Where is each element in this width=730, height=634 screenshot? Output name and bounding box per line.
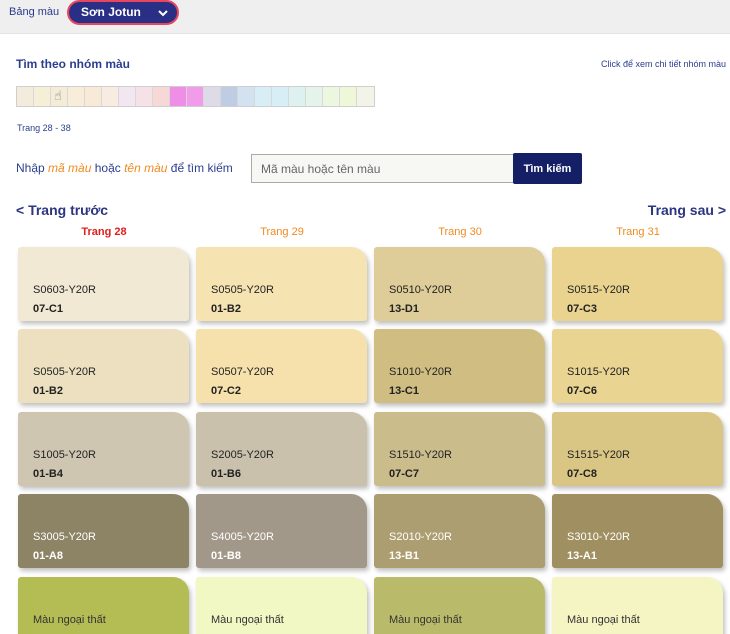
color-card-subcode: 13-C1 [389,385,419,397]
color-group-swatch[interactable] [221,87,238,106]
color-card-code: S0505-Y20R [211,284,274,296]
color-group-swatch[interactable]: ☝ [51,87,68,106]
color-card[interactable]: S1015-Y20R 07-C6 [552,329,723,403]
color-card[interactable]: S4005-Y20R 01-B8 [196,494,367,568]
color-card[interactable]: S2005-Y20R 01-B6 [196,412,367,486]
search-button[interactable]: Tìm kiếm [513,153,582,184]
color-group-swatch[interactable] [34,87,51,106]
color-card[interactable]: S0505-Y20R 01-B2 [18,329,189,403]
color-card-code: S1015-Y20R [567,366,630,378]
color-card-code: S1515-Y20R [567,449,630,461]
color-card[interactable]: S0515-Y20R 07-C3 [552,247,723,321]
color-card-code: S2010-Y20R [389,531,452,543]
color-card-subcode: 01-B6 [211,468,241,480]
color-group-swatch[interactable] [17,87,34,106]
color-card-code: S1510-Y20R [389,449,452,461]
color-card-subcode: 01-B4 [33,468,63,480]
search-label: Nhập mã màu hoặc tên màu để tìm kiếm [16,161,233,175]
color-card[interactable]: S0505-Y20R 01-B2 [196,247,367,321]
color-group-swatch[interactable] [340,87,357,106]
color-group-swatch[interactable] [204,87,221,106]
color-group-swatch[interactable] [357,87,374,106]
color-card[interactable]: S1510-Y20R 07-C7 [374,412,545,486]
color-card[interactable]: S3005-Y20R 01-A8 [18,494,189,568]
color-card[interactable]: S1010-Y20R 13-C1 [374,329,545,403]
color-card[interactable]: Màu ngoại thất [18,577,189,634]
search-input[interactable] [251,154,514,183]
color-card-code: S1010-Y20R [389,366,452,378]
group-detail-hint: Click để xem chi tiết nhóm màu [600,59,726,69]
color-card-subcode: 07-C8 [567,468,597,480]
hand-cursor-icon: ☝ [54,88,62,103]
search-label-code: mã màu [48,161,92,175]
color-card[interactable]: S1005-Y20R 01-B4 [18,412,189,486]
color-group-swatch[interactable] [323,87,340,106]
color-card-subcode: 07-C6 [567,385,597,397]
color-card-subcode: 07-C2 [211,385,241,397]
color-card-subcode: 13-D1 [389,303,419,315]
color-card-code: S2005-Y20R [211,449,274,461]
color-group-swatch[interactable] [85,87,102,106]
color-group-swatch[interactable] [68,87,85,106]
color-card-subcode: 01-B2 [211,303,241,315]
page-heading[interactable]: Trang 29 [196,226,368,238]
color-group-swatch[interactable] [187,87,204,106]
color-card[interactable]: S0603-Y20R 07-C1 [18,247,189,321]
color-card[interactable]: S2010-Y20R 13-B1 [374,494,545,568]
color-card-category: Màu ngoại thất [211,614,284,626]
color-card[interactable]: S1515-Y20R 07-C8 [552,412,723,486]
color-card-category: Màu ngoại thất [33,614,106,626]
color-card[interactable]: S0510-Y20R 13-D1 [374,247,545,321]
palette-label: Bảng màu [9,6,60,18]
color-card[interactable]: Màu ngoại thất [196,577,367,634]
color-card-subcode: 07-C1 [33,303,63,315]
color-group-swatch[interactable] [255,87,272,106]
color-card[interactable]: Màu ngoại thất [374,577,545,634]
color-group-swatch[interactable] [272,87,289,106]
color-card-code: S0515-Y20R [567,284,630,296]
color-card-code: S1005-Y20R [33,449,96,461]
color-group-swatch[interactable] [289,87,306,106]
page-heading[interactable]: Trang 28 [18,226,190,238]
chevron-down-icon [158,10,168,17]
color-group-swatch[interactable] [306,87,323,106]
color-group-swatch[interactable] [153,87,170,106]
color-card[interactable]: Màu ngoại thất [552,577,723,634]
color-card-code: S3010-Y20R [567,531,630,543]
color-card-category: Màu ngoại thất [389,614,462,626]
page-heading[interactable]: Trang 31 [552,226,724,238]
top-bar: Bảng màu Sơn Jotun [0,0,730,34]
color-card[interactable]: S3010-Y20R 13-A1 [552,494,723,568]
color-card-subcode: 07-C7 [389,468,419,480]
color-card-category: Màu ngoại thất [567,614,640,626]
color-group-swatch[interactable] [136,87,153,106]
color-group-swatch[interactable] [119,87,136,106]
page-heading[interactable]: Trang 30 [374,226,546,238]
color-card-code: S0505-Y20R [33,366,96,378]
prev-page-link[interactable]: < Trang trước [16,202,108,218]
color-card-code: S0510-Y20R [389,284,452,296]
color-card-code: S0507-Y20R [211,366,274,378]
color-group-swatch[interactable] [102,87,119,106]
color-card-subcode: 07-C3 [567,303,597,315]
color-card-subcode: 01-B8 [211,550,241,562]
next-page-link[interactable]: Trang sau > [648,202,726,218]
color-card[interactable]: S0507-Y20R 07-C2 [196,329,367,403]
search-label-name: tên màu [124,161,168,175]
color-card-subcode: 13-A1 [567,550,597,562]
color-group-swatch[interactable] [238,87,255,106]
color-group-swatch[interactable] [170,87,187,106]
page-range: Trang 28 - 38 [17,123,71,133]
color-group-swatches: ☝ [16,86,375,107]
color-card-subcode: 13-B1 [389,550,419,562]
group-section-title: Tìm theo nhóm màu [16,57,130,71]
brand-select-value: Sơn Jotun [81,5,141,19]
color-card-code: S0603-Y20R [33,284,96,296]
color-card-subcode: 01-B2 [33,385,63,397]
brand-select[interactable]: Sơn Jotun [67,0,179,25]
color-card-subcode: 01-A8 [33,550,63,562]
color-card-code: S4005-Y20R [211,531,274,543]
color-card-code: S3005-Y20R [33,531,96,543]
